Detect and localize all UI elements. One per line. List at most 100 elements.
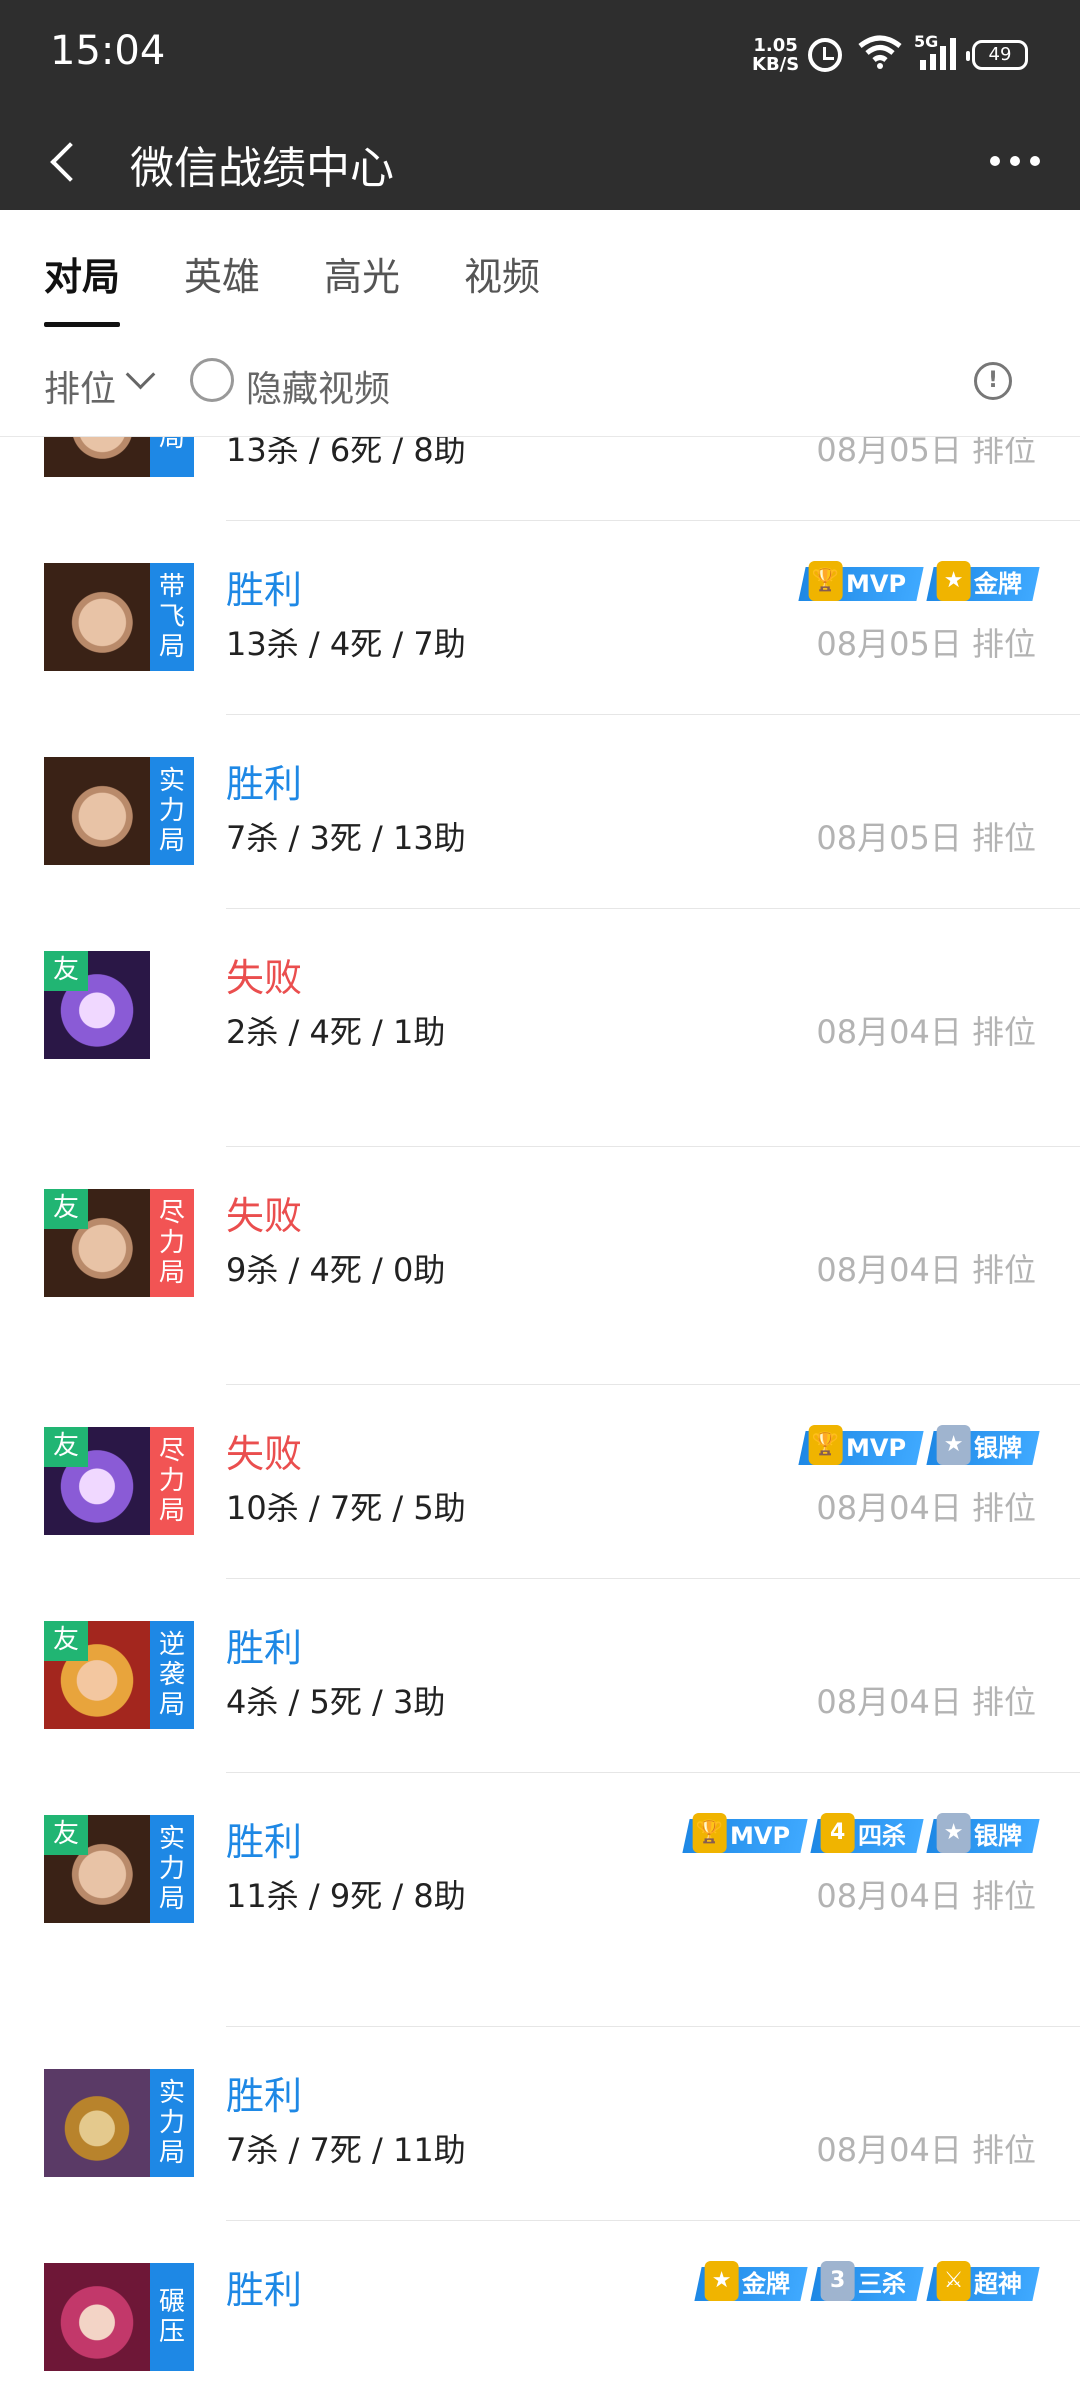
battery-icon: 49: [966, 40, 1028, 70]
match-type-char: 飞: [158, 602, 185, 632]
badge-gold: ★ 金牌: [694, 2261, 808, 2301]
chevron-down-icon[interactable]: [125, 359, 156, 390]
friend-tag: 友: [44, 1815, 88, 1855]
match-type-char: 局: [158, 2138, 185, 2168]
badge-label: 三杀: [858, 2270, 906, 2298]
match-type-char: 逆: [158, 1630, 185, 1660]
badge-label: 金牌: [974, 570, 1022, 598]
match-row[interactable]: 友尽力局失败 10杀 / 7死 / 5助 08月04日 排位 🏆 MVP ★ 银牌: [0, 1385, 1080, 1579]
match-row[interactable]: 实力局胜利 7杀 / 3死 / 13助 08月05日 排位: [0, 715, 1080, 909]
sword-icon: ⚔: [936, 2261, 971, 2301]
match-result: 胜利: [226, 2268, 303, 2312]
match-type-char: 局: [158, 632, 185, 662]
hero-avatar: [44, 437, 150, 477]
hero-avatar: [44, 2069, 150, 2177]
gold-icon: ★: [704, 2261, 739, 2301]
match-type-char: 局: [158, 1690, 185, 1720]
title-bar: 微信战绩中心: [0, 110, 1080, 210]
tab-bar: 对局 英雄 高光 视频: [0, 210, 1080, 329]
hide-video-radio[interactable]: [190, 358, 234, 402]
match-kda: 4杀 / 5死 / 3助: [226, 1683, 446, 1721]
match-row[interactable]: 力局胜利13杀 / 6死 / 8助08月05日 排位⚔超神: [0, 437, 1080, 521]
badge-label: MVP: [729, 1822, 790, 1850]
match-badges: 🏆 MVP 4 四杀 ★ 银牌: [682, 1813, 1040, 1855]
match-type-tag: 尽力局: [150, 1189, 194, 1297]
match-result: 胜利: [226, 1626, 303, 1670]
match-type-char: 实: [158, 766, 185, 796]
match-type-char: 碾: [158, 2287, 185, 2317]
match-date-mode: 08月04日 排位: [816, 2131, 1036, 2169]
match-kda: 13杀 / 6死 / 8助: [226, 437, 466, 469]
match-type-char: 袭: [158, 1660, 185, 1690]
cup-icon: 🏆: [808, 1425, 843, 1465]
tab-videos[interactable]: 视频: [464, 246, 540, 301]
tab-highlights[interactable]: 高光: [324, 246, 400, 301]
match-kda: 13杀 / 4死 / 7助: [226, 625, 466, 663]
match-row[interactable]: 实力局胜利 7杀 / 7死 / 11助 08月04日 排位: [0, 2027, 1080, 2221]
match-type-char: 局: [158, 1258, 185, 1288]
match-row[interactable]: 友尽力局失败 9杀 / 4死 / 0助 08月04日 排位: [0, 1147, 1080, 1385]
info-icon[interactable]: !: [974, 362, 1012, 400]
match-kda: 2杀 / 4死 / 1助: [226, 1013, 446, 1051]
match-result: 胜利: [226, 2074, 303, 2118]
match-type-char: 实: [158, 1824, 185, 1854]
hero-avatar: [44, 757, 150, 865]
match-kda: 7杀 / 3死 / 13助: [226, 819, 466, 857]
more-icon[interactable]: [990, 144, 1040, 174]
wifi-icon: [858, 35, 902, 69]
status-time: 15:04: [50, 28, 166, 74]
rank-filter-dropdown[interactable]: 排位: [44, 360, 116, 412]
hero-avatar: [44, 563, 150, 671]
page-title: 微信战绩中心: [130, 143, 394, 194]
match-date-mode: 08月04日 排位: [816, 1013, 1036, 1051]
match-type-tag: 带飞局: [150, 563, 194, 671]
signal-icon: 5G: [914, 32, 962, 76]
match-result: 失败: [226, 956, 303, 1000]
match-row[interactable]: 碾压胜利 ★ 金牌 3 三杀 ⚔ 超神: [0, 2221, 1080, 2400]
match-row[interactable]: 友 失败 2杀 / 4死 / 1助 08月04日 排位: [0, 909, 1080, 1147]
match-row[interactable]: 友实力局胜利 11杀 / 9死 / 8助 08月04日 排位 🏆 MVP 4 四杀 ★ 银牌: [0, 1773, 1080, 2027]
match-list[interactable]: 力局胜利13杀 / 6死 / 8助08月05日 排位⚔超神带飞局胜利13杀 / …: [0, 437, 1080, 2400]
badge-silver: ★ 银牌: [926, 1425, 1040, 1465]
badge-label: MVP: [845, 1434, 906, 1462]
hide-video-label[interactable]: 隐藏视频: [246, 360, 390, 412]
match-type-tag: 碾压: [150, 2263, 194, 2371]
match-type-char: 力: [158, 796, 185, 826]
match-type-char: 力: [158, 2108, 185, 2138]
hero-avatar: [44, 2263, 150, 2371]
match-type-char: 尽: [158, 1198, 185, 1228]
match-date-mode: 08月04日 排位: [816, 1683, 1036, 1721]
network-speed: 1.05 KB/S: [752, 36, 799, 74]
cup-icon: 🏆: [692, 1813, 727, 1853]
cup-icon: 🏆: [808, 561, 843, 601]
badge-num: 4 四杀: [810, 1813, 924, 1853]
badge-label: 银牌: [974, 1434, 1022, 1462]
status-bar: 15:04 1.05 KB/S 5G 49: [0, 0, 1080, 110]
match-type-tag: 尽力局: [150, 1427, 194, 1535]
match-type-char: 力: [158, 1228, 185, 1258]
match-badges: 🏆 MVP ★ 银牌: [798, 1425, 1040, 1467]
match-type-tag: 逆袭局: [150, 1621, 194, 1729]
network-speed-value: 1.05: [753, 35, 798, 56]
gold-icon: ★: [936, 561, 971, 601]
filter-bar: 排位 隐藏视频 !: [0, 328, 1080, 437]
match-date-mode: 08月04日 排位: [816, 1489, 1036, 1527]
friend-tag: 友: [44, 1427, 88, 1467]
match-row[interactable]: 带飞局胜利 13杀 / 4死 / 7助 08月05日 排位 🏆 MVP ★ 金牌: [0, 521, 1080, 715]
match-result: 失败: [226, 1194, 303, 1238]
tab-heroes[interactable]: 英雄: [184, 246, 260, 301]
match-kda: 9杀 / 4死 / 0助: [226, 1251, 446, 1289]
badge-cup: 🏆 MVP: [798, 1425, 924, 1465]
back-icon[interactable]: [42, 136, 86, 186]
match-row[interactable]: 友逆袭局胜利 4杀 / 5死 / 3助 08月04日 排位: [0, 1579, 1080, 1773]
active-tab-indicator: [44, 322, 120, 327]
badge-label: 四杀: [858, 1822, 906, 1850]
match-badges: 🏆 MVP ★ 金牌: [798, 561, 1040, 603]
tab-matches[interactable]: 对局: [44, 246, 120, 301]
badge-gold: ★ 金牌: [926, 561, 1040, 601]
badge-label: 超神: [974, 2270, 1022, 2298]
match-date-mode: 08月04日 排位: [816, 1877, 1036, 1915]
network-type: 5G: [914, 32, 939, 51]
badge-label: 金牌: [742, 2270, 790, 2298]
badge-num3: 3 三杀: [810, 2261, 924, 2301]
